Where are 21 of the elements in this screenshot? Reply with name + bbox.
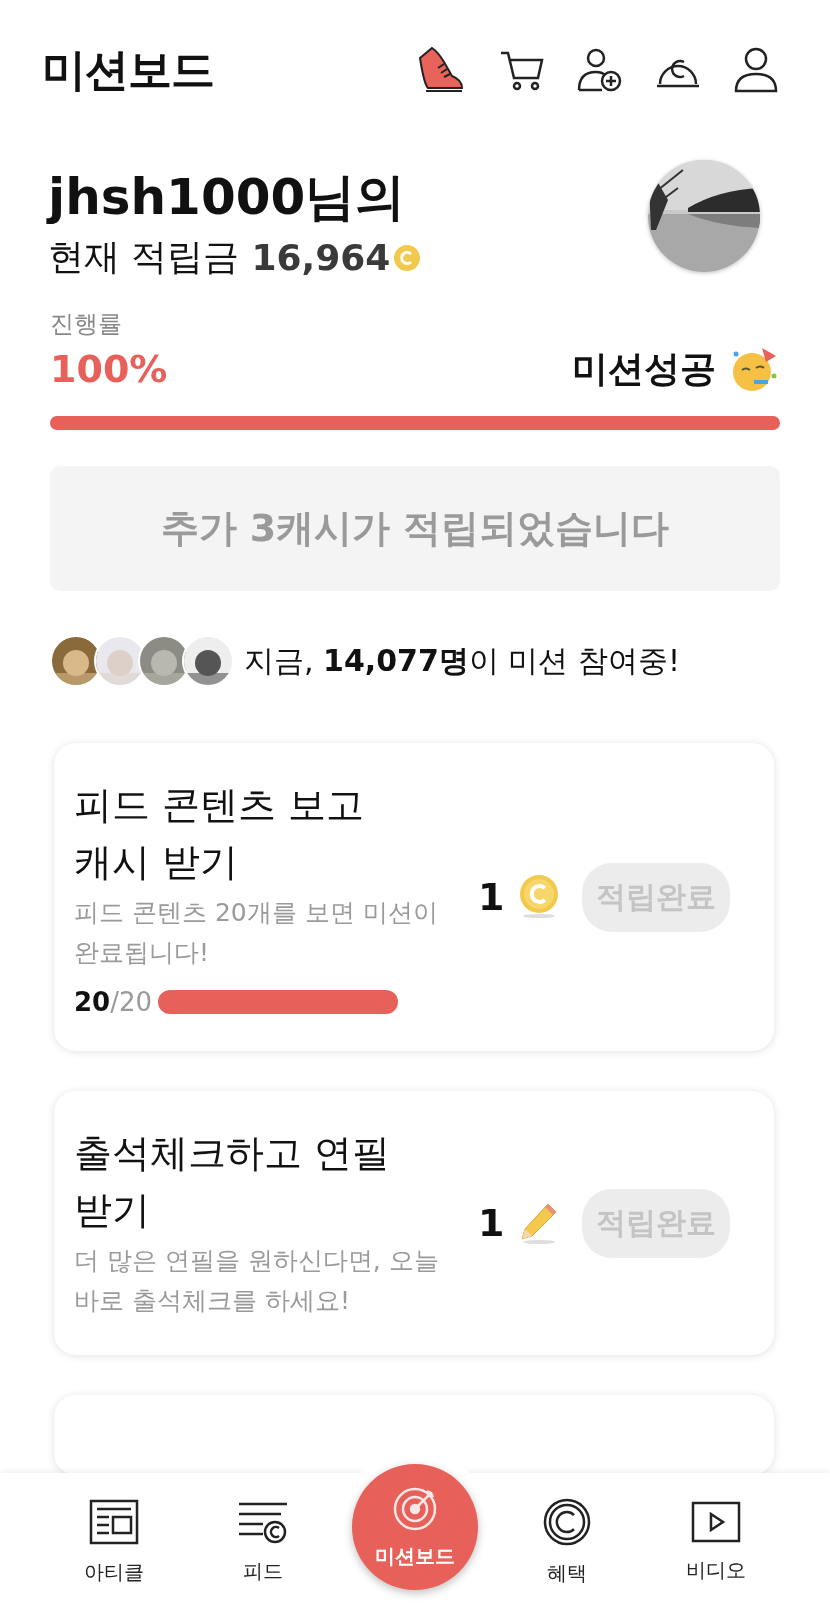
- balance-amount: 16,964: [251, 237, 391, 278]
- progress-total: /20: [110, 987, 153, 1017]
- participants-text: 지금, 14,077명이 미션 참여중!: [244, 641, 680, 680]
- page-title: 미션보드: [42, 42, 214, 97]
- mission-status: 미션성공: [572, 346, 716, 391]
- reward-amount: 1: [478, 1201, 505, 1245]
- banner-text: 추가 3캐시가 적립되었습니다: [160, 505, 670, 552]
- progress-count: 20: [74, 987, 111, 1017]
- balance-label: 현재 적립금: [48, 235, 240, 279]
- user-name: jhsh1000님의: [48, 170, 407, 225]
- mission-description: 더 많은 연필을 원하신다면, 오늘 바로 출석체크를 하세요!: [74, 1245, 440, 1317]
- nav-tab[interactable]: 비디오: [655, 1500, 776, 1584]
- reward-amount: 1: [478, 875, 505, 919]
- mission-title: 피드 콘텐츠 보고 캐시 받기: [74, 782, 366, 886]
- nav-tab[interactable]: 아티클: [54, 1498, 175, 1586]
- nav-tab[interactable]: 혜택: [506, 1497, 627, 1587]
- nav-tab[interactable]: 피드: [203, 1499, 324, 1585]
- progress-percent: 100%: [50, 347, 168, 391]
- progress-label: 진행률: [50, 309, 123, 340]
- mission-description: 피드 콘텐츠 20개를 보면 미션이 완료됩니다!: [74, 897, 439, 969]
- mission-title: 출석체크하고 연필 받기: [74, 1130, 392, 1234]
